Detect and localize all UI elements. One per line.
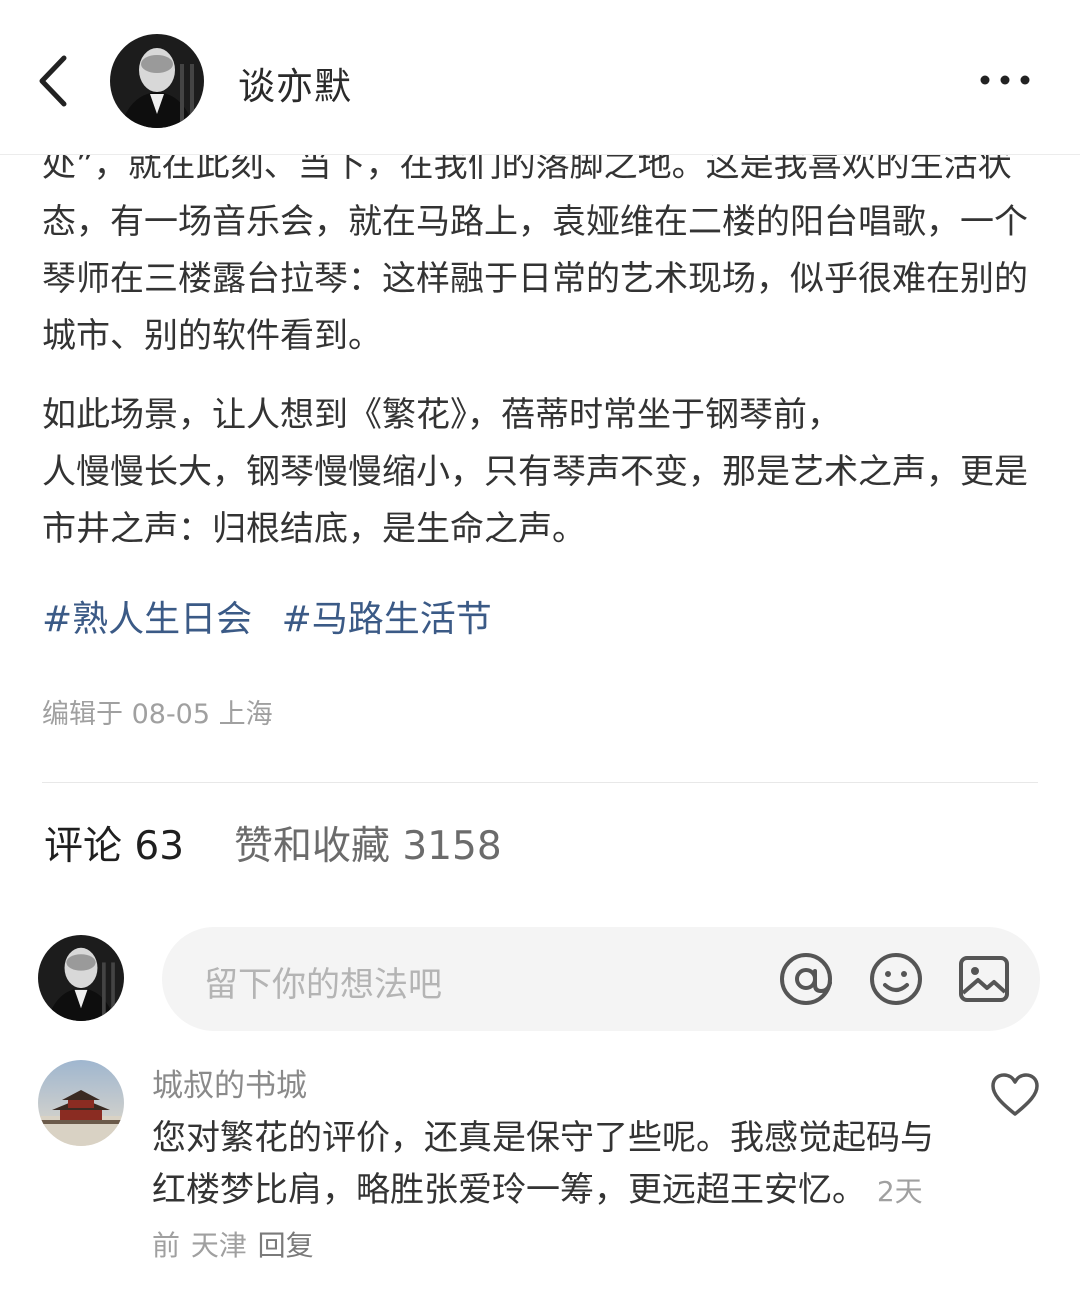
comment-placeholder: 留下你的想法吧 xyxy=(204,965,442,1005)
tab-comments[interactable]: 评论 63 xyxy=(44,815,184,871)
divider xyxy=(42,782,1038,783)
author-avatar[interactable] xyxy=(110,34,204,128)
comment-text: 您对繁花的评价，还真是保守了些呢。我感觉起码与红楼梦比肩，略胜张爱玲一筹，更远超… xyxy=(152,1112,942,1272)
hashtag-link[interactable]: #马路生活节 xyxy=(282,599,492,640)
post-edit-meta: 编辑于 08-05 上海 xyxy=(42,699,273,730)
post-paragraph: 如此场景，让人想到《繁花》，蓓蒂时常坐于钢琴前， 人慢慢长大，钢琴慢慢缩小，只有… xyxy=(42,387,1042,558)
more-options-button[interactable] xyxy=(972,62,1038,98)
more-dots-icon xyxy=(980,75,1030,85)
heart-icon xyxy=(991,1073,1039,1116)
commenter-avatar[interactable] xyxy=(38,1060,124,1146)
reply-button[interactable]: 回复 xyxy=(258,1229,314,1262)
author-name[interactable]: 谈亦默 xyxy=(238,56,352,110)
post-paragraph-line: 如此场景，让人想到《繁花》，蓓蒂时常坐于钢琴前， xyxy=(42,395,841,435)
post-paragraph: 处”，就在此刻、当下，在我们的落脚之地。这是我喜欢的生活状态，有一场音乐会，就在… xyxy=(42,154,1028,356)
emoji-icon[interactable] xyxy=(866,949,926,1009)
tab-likes-favorites[interactable]: 赞和收藏 3158 xyxy=(234,815,502,871)
comment-body: 您对繁花的评价，还真是保守了些呢。我感觉起码与红楼梦比肩，略胜张爱玲一筹，更远超… xyxy=(152,1118,934,1210)
commenter-username[interactable]: 城叔的书城 xyxy=(152,1060,307,1105)
hashtag-list: #熟人生日会 #马路生活节 xyxy=(42,590,510,642)
back-button[interactable] xyxy=(28,44,88,118)
image-icon[interactable] xyxy=(954,949,1014,1009)
my-avatar[interactable] xyxy=(38,935,124,1021)
comment-location: 天津 xyxy=(190,1229,247,1262)
at-icon[interactable] xyxy=(776,949,836,1009)
post-paragraph-line: 人慢慢长大，钢琴慢慢缩小，只有琴声不变，那是艺术之声，更是市井之声：归根结底，是… xyxy=(42,452,1028,549)
top-bar: 谈亦默 xyxy=(0,0,1080,155)
hashtag-link[interactable]: #熟人生日会 xyxy=(42,599,252,640)
comment-input[interactable]: 留下你的想法吧 xyxy=(162,927,1040,1031)
chevron-left-icon xyxy=(39,55,67,107)
post-body: 处”，就在此刻、当下，在我们的落脚之地。这是我喜欢的生活状态，有一场音乐会，就在… xyxy=(42,154,1042,594)
like-comment-button[interactable] xyxy=(990,1072,1040,1118)
